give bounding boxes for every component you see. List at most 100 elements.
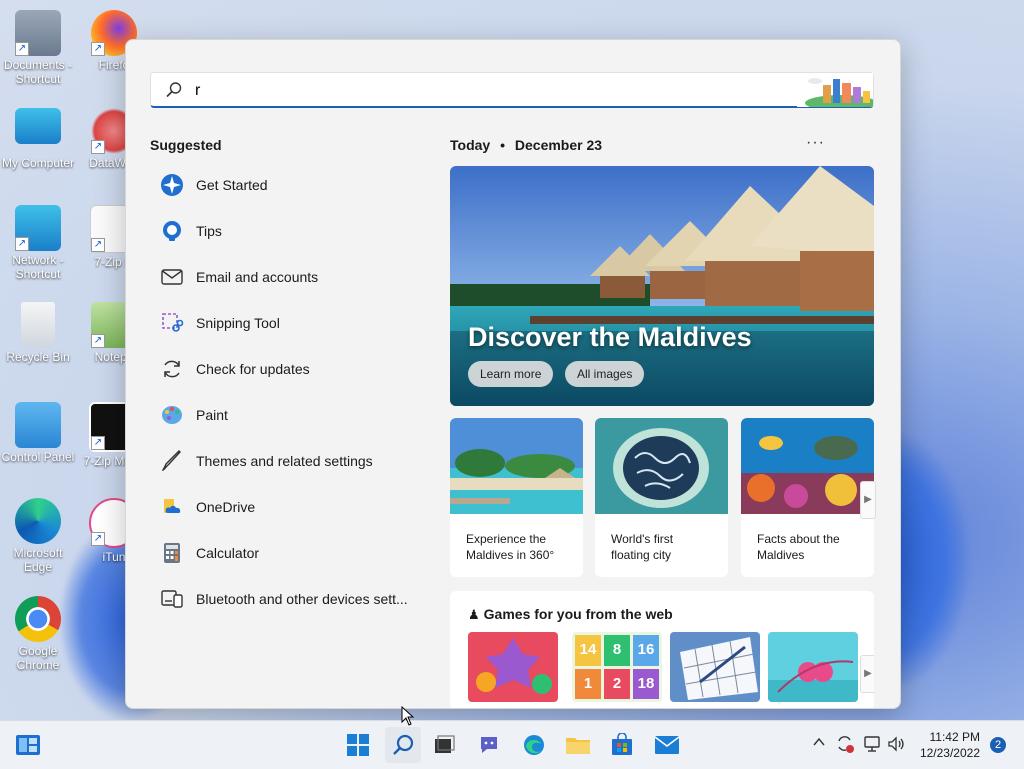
all-images-button[interactable]: All images	[565, 361, 645, 387]
desktop-icon-recycle-bin[interactable]: Recycle Bin	[0, 302, 76, 364]
balloon-game-image	[768, 632, 858, 702]
more-options-button[interactable]: ···	[806, 134, 825, 152]
onedrive-icon	[160, 495, 184, 519]
suggested-item-email-accounts[interactable]: Email and accounts	[150, 254, 420, 300]
news-card-facts[interactable]: Facts about the Maldives	[741, 418, 874, 577]
chrome-icon	[15, 596, 61, 642]
search-input[interactable]	[193, 79, 757, 103]
chat-button[interactable]	[471, 727, 507, 763]
suggested-item-get-started[interactable]: Get Started	[150, 162, 420, 208]
suggested-item-bluetooth-devices[interactable]: Bluetooth and other devices sett...	[150, 576, 420, 622]
snipping-tool-icon	[160, 311, 184, 335]
shortcut-arrow-icon: ↗	[15, 237, 29, 251]
mail-button[interactable]	[649, 727, 685, 763]
widgets-icon	[16, 735, 40, 755]
suggested-item-label: Snipping Tool	[196, 315, 280, 331]
volume-tray-button[interactable]	[886, 734, 906, 759]
desktop-icon-my-computer[interactable]: My Computer	[0, 108, 76, 170]
clock[interactable]: 11:42 PM 12/23/2022	[920, 729, 980, 761]
today-separator: •	[500, 137, 505, 153]
suggested-item-label: Email and accounts	[196, 269, 319, 285]
search-taskbar-button[interactable]	[385, 727, 421, 763]
taskbar: 11:42 PM 12/23/2022 2	[0, 720, 1024, 769]
brush-icon	[160, 449, 184, 473]
search-panel: Suggested Get Started Tips Email and acc…	[125, 39, 901, 709]
mail-icon	[160, 265, 184, 289]
suggested-item-onedrive[interactable]: OneDrive	[150, 484, 420, 530]
coral-reef-image	[741, 418, 874, 514]
hero-card[interactable]: Discover the Maldives Learn more All ima…	[450, 166, 874, 406]
notification-badge[interactable]: 2	[990, 737, 1006, 753]
desktop-icon-label: Recycle Bin	[6, 350, 70, 364]
suggested-item-themes[interactable]: Themes and related settings	[150, 438, 420, 484]
start-button[interactable]	[340, 727, 376, 763]
suggested-item-paint[interactable]: Paint	[150, 392, 420, 438]
desktop-icon-label: My Computer	[1, 156, 75, 170]
network-icon	[864, 736, 880, 752]
news-card-360[interactable]: Experience the Maldives in 360°	[450, 418, 583, 577]
suggested-item-calculator[interactable]: Calculator	[150, 530, 420, 576]
game-tile-balloon[interactable]	[768, 632, 858, 702]
games-title-text: Games for you from the web	[483, 606, 673, 622]
shortcut-arrow-icon: ↗	[91, 436, 105, 450]
widgets-button[interactable]	[10, 727, 46, 763]
desktop-icon-label: Control Panel	[1, 450, 75, 464]
desktop-icon-control-panel[interactable]: Control Panel	[0, 402, 76, 464]
mail-icon	[654, 736, 680, 754]
sync-alert-icon	[838, 736, 854, 753]
file-explorer-button[interactable]	[560, 727, 596, 763]
learn-more-button[interactable]: Learn more	[468, 361, 554, 387]
suggested-item-label: Check for updates	[196, 361, 310, 377]
calculator-icon	[160, 541, 184, 565]
search-box[interactable]	[150, 72, 874, 108]
store-icon	[612, 733, 632, 755]
cards-next-button[interactable]: ▶	[860, 481, 876, 519]
suggested-item-snipping-tool[interactable]: Snipping Tool	[150, 300, 420, 346]
desktop-icon-edge[interactable]: Microsoft Edge	[0, 498, 76, 574]
tray-overflow-button[interactable]	[812, 735, 826, 752]
store-button[interactable]	[604, 727, 640, 763]
suggested-item-label: Calculator	[196, 545, 260, 561]
control-panel-icon	[15, 402, 61, 448]
suggested-item-label: Themes and related settings	[196, 453, 373, 469]
edge-icon	[15, 498, 61, 544]
desktop-icon-chrome[interactable]: Google Chrome	[0, 596, 76, 672]
games-icon: ♟	[468, 607, 480, 622]
card-caption: World's first floating city	[611, 532, 674, 562]
news-card-floating-city[interactable]: World's first floating city	[595, 418, 728, 577]
number-tile: 18	[633, 668, 659, 699]
mouse-cursor-icon	[401, 706, 415, 726]
number-puzzle-image: 14 8 16 1 2 18	[572, 632, 662, 702]
desktop-icon-documents[interactable]: ↗ Documents - Shortcut	[0, 10, 76, 86]
clock-date: 12/23/2022	[919, 746, 980, 760]
suggested-heading: Suggested	[150, 137, 222, 153]
shortcut-arrow-icon: ↗	[91, 140, 105, 154]
suggested-item-tips[interactable]: Tips	[150, 208, 420, 254]
sync-icon	[160, 357, 184, 381]
game-tile-numbers[interactable]: 14 8 16 1 2 18	[572, 632, 662, 702]
suggested-item-label: OneDrive	[196, 499, 256, 515]
game-tile-jewels[interactable]	[468, 632, 558, 702]
number-tile: 1	[575, 668, 601, 699]
desktop-icon-label: Network - Shortcut	[12, 253, 64, 281]
card-caption: Experience the Maldives in 360°	[466, 532, 555, 562]
suggested-item-label: Tips	[196, 223, 222, 239]
chevron-up-icon	[813, 737, 825, 746]
edge-taskbar-button[interactable]	[516, 727, 552, 763]
today-header: Today • December 23	[450, 137, 602, 153]
games-section: ♟ Games for you from the web 14 8 16 1 2 …	[450, 591, 874, 708]
network-tray-button[interactable]	[862, 734, 882, 759]
floating-city-image	[595, 418, 728, 514]
task-view-button[interactable]	[426, 727, 462, 763]
number-tile: 14	[575, 635, 601, 666]
game-tile-sudoku[interactable]	[670, 632, 760, 702]
folder-icon	[566, 738, 590, 754]
games-next-button[interactable]: ▶	[860, 655, 874, 693]
edge-icon	[524, 735, 544, 755]
update-tray-button[interactable]	[835, 734, 855, 759]
suggested-item-check-updates[interactable]: Check for updates	[150, 346, 420, 392]
suggested-item-label: Bluetooth and other devices sett...	[196, 591, 408, 607]
recycle-bin-icon	[21, 302, 55, 348]
desktop-icon-network[interactable]: ↗ Network - Shortcut	[0, 205, 76, 281]
search-icon	[166, 82, 182, 98]
